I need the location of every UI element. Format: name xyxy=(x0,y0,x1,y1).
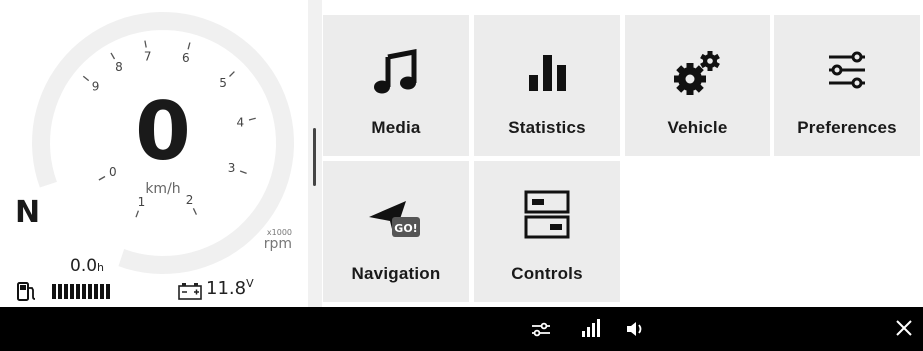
tile-preferences-label: Preferences xyxy=(797,118,897,137)
fuel-pump-icon xyxy=(17,282,36,301)
tile-preferences[interactable]: Preferences xyxy=(774,15,920,156)
rpm-tick xyxy=(239,170,247,175)
controls-panel-icon xyxy=(524,190,570,239)
fuel-bar xyxy=(64,284,68,299)
rpm-tick xyxy=(144,40,147,48)
rpm-tick-label: 9 xyxy=(92,79,100,93)
rpm-tick xyxy=(229,71,235,77)
trip-unit: h xyxy=(97,261,105,274)
fuel-bar xyxy=(106,284,110,299)
gear-tooth xyxy=(707,51,712,55)
trip-value: 0.0 xyxy=(70,256,98,276)
tile-navigation-label: Navigation xyxy=(351,264,441,283)
fuel-level-gauge xyxy=(52,284,110,299)
rpm-tick xyxy=(248,117,256,121)
gear-tooth xyxy=(707,67,712,71)
rpm-tick-label: 8 xyxy=(115,60,123,74)
trip-time: 0.0h xyxy=(70,256,104,276)
rpm-tick xyxy=(110,52,116,60)
rpm-tick xyxy=(192,208,197,215)
signal-icon[interactable] xyxy=(581,319,601,339)
gear-indicator: N xyxy=(15,195,41,230)
rpm-tick-label: 0 xyxy=(109,165,117,179)
rpm-tick-label: 5 xyxy=(219,76,227,90)
navigation-go-icon: GO! xyxy=(369,201,420,237)
fuel-bar xyxy=(58,284,62,299)
go-badge: GO! xyxy=(394,222,417,235)
tile-controls[interactable]: Controls xyxy=(474,161,620,302)
gears-icon xyxy=(673,51,720,95)
volume-icon[interactable] xyxy=(625,319,645,339)
fuel-bar xyxy=(88,284,92,299)
rpm-tick-label: 3 xyxy=(228,161,236,175)
tile-vehicle-label: Vehicle xyxy=(667,118,728,137)
rpm-tick-label: 1 xyxy=(138,195,146,209)
fuel-bar xyxy=(70,284,74,299)
bottom-bar xyxy=(0,307,923,351)
gear-tooth xyxy=(699,75,706,83)
gear-tooth xyxy=(686,89,693,95)
fuel-bar xyxy=(82,284,86,299)
rpm-unit: rpm xyxy=(263,236,292,252)
fuel-bar xyxy=(76,284,80,299)
instrument-cluster: 0123456789 0 km/h N x1000 rpm 0.0h 11.8V xyxy=(0,0,308,307)
music-note-icon xyxy=(374,49,417,94)
rpm-tick xyxy=(82,75,90,82)
fuel-bar xyxy=(100,284,104,299)
battery-icon xyxy=(178,283,202,300)
gear-tooth xyxy=(673,75,680,83)
tile-navigation[interactable]: GO! Navigation xyxy=(323,161,469,302)
tile-controls-label: Controls xyxy=(511,264,583,283)
rpm-tick-label: 4 xyxy=(236,115,244,129)
fuel-bar xyxy=(52,284,56,299)
voltage-unit: V xyxy=(246,277,254,290)
rpm-tick xyxy=(135,210,140,218)
rpm-tick xyxy=(187,42,191,50)
tile-statistics[interactable]: Statistics xyxy=(474,15,620,156)
gear-tooth xyxy=(686,63,693,69)
sliders-icon xyxy=(829,51,865,89)
fuel-bar xyxy=(94,284,98,299)
speed-value: 0 xyxy=(135,85,191,178)
tile-media[interactable]: Media xyxy=(323,15,469,156)
rpm-tick-label: 7 xyxy=(144,49,152,63)
bar-chart-icon xyxy=(529,55,566,91)
drag-handle[interactable] xyxy=(313,128,316,186)
rpm-tick xyxy=(98,175,106,181)
speed-unit: km/h xyxy=(145,181,181,197)
tile-statistics-label: Statistics xyxy=(508,118,586,137)
rpm-label: x1000 rpm xyxy=(252,228,292,251)
battery-voltage: 11.8V xyxy=(206,277,254,299)
tile-vehicle[interactable]: Vehicle xyxy=(625,15,770,156)
tile-media-label: Media xyxy=(371,118,421,137)
close-icon[interactable] xyxy=(895,319,913,337)
sliders-icon[interactable] xyxy=(531,319,551,339)
voltage-value: 11.8 xyxy=(206,278,247,299)
rpm-tick-label: 6 xyxy=(182,51,190,65)
